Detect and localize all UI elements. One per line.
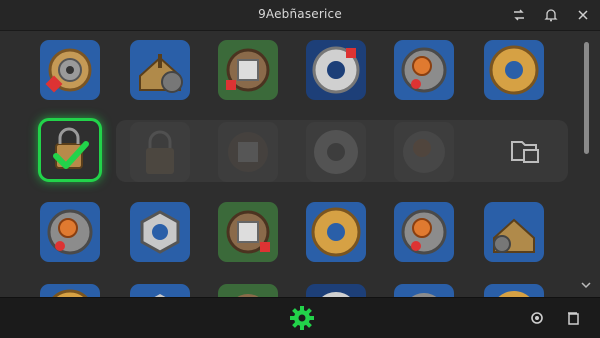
lock-check-icon[interactable] bbox=[42, 122, 98, 178]
gear-block-icon[interactable] bbox=[218, 202, 278, 262]
gear-gold-icon[interactable] bbox=[306, 202, 366, 262]
broken-gear-house-icon[interactable] bbox=[484, 202, 544, 262]
title-bar: 9Aebñaserice bbox=[0, 0, 600, 31]
gear-block-icon[interactable] bbox=[218, 284, 278, 297]
gear-silver-icon bbox=[306, 122, 366, 182]
gear-orange-icon[interactable] bbox=[394, 40, 454, 100]
bottom-bar bbox=[0, 297, 600, 338]
scroll-down-icon[interactable] bbox=[580, 280, 592, 290]
gear-silver-icon[interactable] bbox=[306, 40, 366, 100]
gear-gold-icon[interactable] bbox=[484, 284, 544, 297]
gear-orange-icon bbox=[394, 122, 454, 182]
gear-block-icon bbox=[218, 122, 278, 182]
lock-icon bbox=[130, 122, 190, 182]
gear-gold-icon[interactable] bbox=[40, 284, 100, 297]
swap-icon[interactable] bbox=[510, 6, 528, 24]
gear-orange-icon[interactable] bbox=[40, 202, 100, 262]
gear-active-icon[interactable] bbox=[286, 302, 318, 334]
close-icon[interactable] bbox=[574, 6, 592, 24]
nut-bolt-icon[interactable] bbox=[130, 202, 190, 262]
bell-icon[interactable] bbox=[542, 6, 560, 24]
settings-icon[interactable] bbox=[528, 309, 546, 327]
gear-orange-icon[interactable] bbox=[394, 284, 454, 297]
nut-bolt-icon[interactable] bbox=[130, 284, 190, 297]
gear-silver-icon[interactable] bbox=[306, 284, 366, 297]
folder-copy-icon[interactable] bbox=[508, 134, 542, 168]
gear-block-icon[interactable] bbox=[218, 40, 278, 100]
copy-icon[interactable] bbox=[564, 309, 582, 327]
scrollbar-thumb[interactable] bbox=[584, 42, 589, 154]
gear-orange-icon[interactable] bbox=[394, 202, 454, 262]
broken-gear-house-icon[interactable] bbox=[130, 40, 190, 100]
icon-grid bbox=[0, 30, 585, 297]
gear-gold-icon[interactable] bbox=[484, 40, 544, 100]
gear-coin-icon[interactable] bbox=[40, 40, 100, 100]
